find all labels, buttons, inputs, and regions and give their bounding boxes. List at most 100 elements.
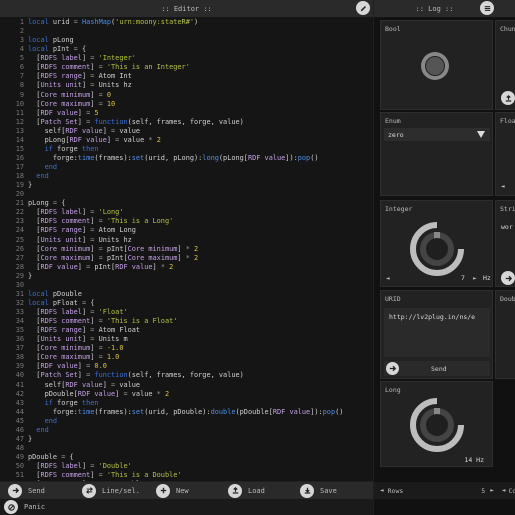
panic-button[interactable]: Panic (0, 499, 74, 515)
code-token: = (98, 471, 107, 480)
code-line[interactable]: 20 (0, 190, 373, 199)
rows-decrement-icon[interactable]: ◄ (380, 487, 384, 494)
code-line[interactable]: 16 forge:time(frames):set(urid, pLong):l… (0, 154, 373, 163)
code-line[interactable]: 38 [Core maximum] = 1.0 (0, 353, 373, 362)
code-line[interactable]: 24 [RDFS range] = Atom Long (0, 226, 373, 235)
code-token: long (202, 153, 219, 162)
code-line[interactable]: 22 [RDFS label] = 'Long' (0, 208, 373, 217)
code-line[interactable]: 30 (0, 281, 373, 290)
code-text: [RDFS comment] = 'This is a Long' (28, 217, 173, 226)
code-line[interactable]: 46 end (0, 426, 373, 435)
code-line[interactable]: 19} (0, 181, 373, 190)
menu-button[interactable] (480, 1, 494, 15)
code-line[interactable]: 7 [RDFS range] = Atom Int (0, 72, 373, 81)
code-line[interactable]: 29} (0, 272, 373, 281)
load-label: Load (248, 486, 265, 495)
chunk-upload-button[interactable] (501, 91, 515, 105)
enum-dropdown[interactable]: zero (384, 128, 490, 141)
code-line[interactable]: 27 [Core maximum] = pInt[Core maximum] *… (0, 254, 373, 263)
code-line[interactable]: 42 pDouble[RDF value] = value * 2 (0, 390, 373, 399)
new-button[interactable]: New (148, 482, 220, 499)
line-number: 48 (15, 443, 24, 452)
code-line[interactable]: 11 [RDF value] = 5 (0, 109, 373, 118)
code-line[interactable]: 49 pDouble = { (0, 453, 373, 462)
code-line[interactable]: 26 [Core minimum] = pInt[Core minimum] *… (0, 245, 373, 254)
code-text: if forge then (28, 399, 99, 408)
rows-value: 5 (481, 486, 486, 495)
code-line[interactable]: 31 local pDouble (0, 290, 373, 299)
line-number: 33 (15, 308, 24, 316)
code-line[interactable]: 48 (0, 444, 373, 453)
code-line[interactable]: 3 local pLong (0, 36, 373, 45)
code-line[interactable]: 50 [RDFS label] = 'Double' (0, 462, 373, 471)
urid-send-button[interactable]: Send (384, 361, 490, 376)
code-line[interactable]: 51 [RDFS comment] = 'This is a Double' (0, 471, 373, 480)
code-line[interactable]: 32 local pFloat = { (0, 299, 373, 308)
code-line[interactable]: 33 [RDFS label] = 'Float' (0, 308, 373, 317)
send-button[interactable]: Send (0, 482, 74, 499)
code-line[interactable]: 14 pLong[RDF value] = value * 2 (0, 136, 373, 145)
code-line[interactable]: 34 [RDFS comment] = 'This is a Float' (0, 317, 373, 326)
code-token: local (28, 45, 53, 54)
code-line[interactable]: 15 if forge then (0, 145, 373, 154)
load-button[interactable]: Load (220, 482, 292, 499)
float-left-arrow-icon[interactable]: ◄ (501, 183, 505, 190)
code-line[interactable]: 52 [RDFS range] = Atom Double (0, 480, 373, 481)
code-line[interactable]: 21 pLong = { (0, 199, 373, 208)
cols-decrement-icon[interactable]: ◄ (502, 487, 506, 494)
line-number: 9 (19, 90, 24, 99)
code-line[interactable]: 45 end (0, 417, 373, 426)
code-text: [Units unit] = Units hz (28, 81, 131, 90)
code-line[interactable]: 43 if forge then (0, 399, 373, 408)
arrow-right-icon (8, 483, 22, 498)
code-line[interactable]: 8 [Units unit] = Units hz (0, 81, 373, 90)
code-line[interactable]: 1 local urid = HashMap('urn:moony:stateR#… (0, 18, 373, 27)
urid-text-field[interactable]: http://lv2plug.in/ns/e (384, 308, 490, 357)
code-line[interactable]: 39 [RDF value] = 0.0 (0, 362, 373, 371)
code-line[interactable]: 6 [RDFS comment] = 'This is an Integer' (0, 63, 373, 72)
code-line[interactable]: 17 end (0, 163, 373, 172)
code-line[interactable]: 10 [Core maximum] = 10 (0, 100, 373, 109)
code-line[interactable]: 44 forge:time(frames):set(urid, pDouble)… (0, 408, 373, 417)
code-token: ] (177, 244, 186, 253)
code-line[interactable]: 35 [RDFS range] = Atom Float (0, 326, 373, 335)
string-value[interactable]: wor (501, 223, 513, 231)
code-line[interactable]: 18 end (0, 172, 373, 181)
code-token: RDFS label (40, 208, 82, 217)
save-button[interactable]: Save (292, 482, 372, 499)
code-line[interactable]: 4 local pInt = { (0, 45, 373, 54)
code-line[interactable]: 12 [Patch Set] = function(self, frames, … (0, 118, 373, 127)
integer-decrement-icon[interactable]: ◄ (386, 275, 390, 282)
rows-increment-icon[interactable]: ► (490, 487, 494, 494)
code-token: Core minimum (40, 244, 91, 253)
code-line[interactable]: 25 [Units unit] = Units hz (0, 236, 373, 245)
code-line[interactable]: 37 [Core minimum] = -1.0 (0, 344, 373, 353)
code-line[interactable]: 2 (0, 27, 373, 36)
string-send-button[interactable] (501, 271, 515, 285)
code-token: [ (28, 63, 41, 72)
code-line[interactable]: 40 [Patch Set] = function(self, frames, … (0, 371, 373, 380)
code-token: ] (90, 217, 99, 226)
code-token: Core maximum (40, 253, 91, 262)
code-text: [RDFS comment] = 'This is a Double' (28, 471, 181, 480)
code-line[interactable]: 36 [Units unit] = Units m (0, 335, 373, 344)
bool-toggle[interactable] (421, 52, 449, 80)
code-line[interactable]: 5 [RDFS label] = 'Integer' (0, 54, 373, 63)
code-line[interactable]: 41 self[RDF value] = value (0, 381, 373, 390)
line-number: 19 (15, 181, 24, 190)
code-line[interactable]: 47} (0, 435, 373, 444)
code-token: urid (52, 18, 74, 26)
long-dial[interactable] (409, 397, 465, 453)
integer-dial[interactable] (409, 221, 465, 277)
code-text: [RDFS range] = Atom Float (28, 326, 140, 335)
line-sel-button[interactable]: Line/sel. (74, 482, 148, 499)
code-token: double (210, 407, 236, 416)
line-number: 40 (15, 371, 24, 380)
edit-button[interactable] (356, 1, 370, 15)
code-editor[interactable]: 1 local urid = HashMap('urn:moony:stateR#… (0, 18, 373, 481)
code-line[interactable]: 13 self[RDF value] = value (0, 127, 373, 136)
integer-increment-icon[interactable]: ► (473, 275, 477, 282)
code-line[interactable]: 9 [Core minimum] = 0 (0, 91, 373, 100)
code-line[interactable]: 23 [RDFS comment] = 'This is a Long' (0, 217, 373, 226)
code-line[interactable]: 28 [RDF value] = pInt[RDF value] * 2 (0, 263, 373, 272)
